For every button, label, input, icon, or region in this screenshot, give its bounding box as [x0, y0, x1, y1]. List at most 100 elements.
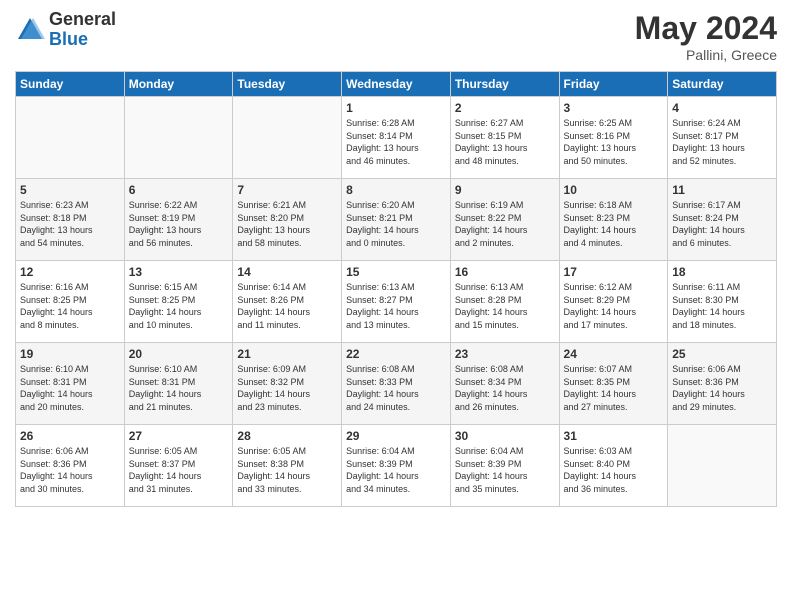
- week-row-5: 26Sunrise: 6:06 AM Sunset: 8:36 PM Dayli…: [16, 425, 777, 507]
- calendar-cell: 20 Sunrise: 6:10 AM Sunset: 8:31 PM Dayli…: [124, 343, 233, 425]
- day-number: 2: [455, 101, 555, 115]
- day-number: 14: [237, 265, 337, 279]
- day-info: Sunrise: 6:05 AM Sunset: 8:37 PM Dayligh…: [129, 445, 229, 495]
- day-number: 24: [564, 347, 664, 361]
- page: General Blue May 2024 Pallini, Greece Su…: [0, 0, 792, 612]
- day-info: Sunrise: 6:03 AM Sunset: 8:40 PM Dayligh…: [564, 445, 664, 495]
- calendar-cell: 22 Sunrise: 6:08 AM Sunset: 8:33 PM Dayli…: [342, 343, 451, 425]
- day-info: Sunrise: 6:12 AM Sunset: 8:29 PM Dayligh…: [564, 281, 664, 331]
- calendar-cell: [124, 97, 233, 179]
- calendar-cell: 19 Sunrise: 6:10 AM Sunset: 8:31 PM Dayli…: [16, 343, 125, 425]
- logo-blue: Blue: [49, 30, 116, 50]
- day-number: 16: [455, 265, 555, 279]
- calendar-cell: [668, 425, 777, 507]
- day-info: Sunrise: 6:06 AM Sunset: 8:36 PM Dayligh…: [672, 363, 772, 413]
- day-info: Sunrise: 6:21 AM Sunset: 8:20 PM Dayligh…: [237, 199, 337, 249]
- calendar-cell: [16, 97, 125, 179]
- calendar-cell: 2 Sunrise: 6:27 AM Sunset: 8:15 PM Daylig…: [450, 97, 559, 179]
- day-number: 11: [672, 183, 772, 197]
- day-info: Sunrise: 6:24 AM Sunset: 8:17 PM Dayligh…: [672, 117, 772, 167]
- calendar-cell: [233, 97, 342, 179]
- day-info: Sunrise: 6:20 AM Sunset: 8:21 PM Dayligh…: [346, 199, 446, 249]
- calendar-cell: 25 Sunrise: 6:06 AM Sunset: 8:36 PM Dayli…: [668, 343, 777, 425]
- weekday-header-sunday: Sunday: [16, 72, 125, 97]
- calendar-cell: 18Sunrise: 6:11 AM Sunset: 8:30 PM Dayli…: [668, 261, 777, 343]
- logo-icon: [15, 15, 45, 45]
- day-number: 29: [346, 429, 446, 443]
- day-number: 30: [455, 429, 555, 443]
- weekday-header-saturday: Saturday: [668, 72, 777, 97]
- day-number: 9: [455, 183, 555, 197]
- day-number: 22: [346, 347, 446, 361]
- day-number: 27: [129, 429, 229, 443]
- calendar-cell: 28 Sunrise: 6:05 AM Sunset: 8:38 PM Dayli…: [233, 425, 342, 507]
- calendar-cell: 3 Sunrise: 6:25 AM Sunset: 8:16 PM Daylig…: [559, 97, 668, 179]
- calendar-cell: 29 Sunrise: 6:04 AM Sunset: 8:39 PM Dayli…: [342, 425, 451, 507]
- day-number: 4: [672, 101, 772, 115]
- day-info: Sunrise: 6:16 AM Sunset: 8:25 PM Dayligh…: [20, 281, 120, 331]
- day-number: 28: [237, 429, 337, 443]
- day-info: Sunrise: 6:10 AM Sunset: 8:31 PM Dayligh…: [20, 363, 120, 413]
- day-info: Sunrise: 6:10 AM Sunset: 8:31 PM Dayligh…: [129, 363, 229, 413]
- day-info: Sunrise: 6:11 AM Sunset: 8:30 PM Dayligh…: [672, 281, 772, 331]
- day-number: 13: [129, 265, 229, 279]
- title-location: Pallini, Greece: [635, 47, 777, 63]
- logo-general: General: [49, 10, 116, 30]
- calendar-table: SundayMondayTuesdayWednesdayThursdayFrid…: [15, 71, 777, 507]
- day-info: Sunrise: 6:04 AM Sunset: 8:39 PM Dayligh…: [455, 445, 555, 495]
- day-info: Sunrise: 6:08 AM Sunset: 8:33 PM Dayligh…: [346, 363, 446, 413]
- day-info: Sunrise: 6:17 AM Sunset: 8:24 PM Dayligh…: [672, 199, 772, 249]
- day-number: 3: [564, 101, 664, 115]
- day-number: 8: [346, 183, 446, 197]
- day-info: Sunrise: 6:13 AM Sunset: 8:28 PM Dayligh…: [455, 281, 555, 331]
- calendar-cell: 16 Sunrise: 6:13 AM Sunset: 8:28 PM Dayli…: [450, 261, 559, 343]
- day-number: 23: [455, 347, 555, 361]
- week-row-2: 5Sunrise: 6:23 AM Sunset: 8:18 PM Daylig…: [16, 179, 777, 261]
- week-row-4: 19 Sunrise: 6:10 AM Sunset: 8:31 PM Dayli…: [16, 343, 777, 425]
- calendar-cell: 1Sunrise: 6:28 AM Sunset: 8:14 PM Daylig…: [342, 97, 451, 179]
- title-block: May 2024 Pallini, Greece: [635, 10, 777, 63]
- day-info: Sunrise: 6:05 AM Sunset: 8:38 PM Dayligh…: [237, 445, 337, 495]
- calendar-cell: 23 Sunrise: 6:08 AM Sunset: 8:34 PM Dayli…: [450, 343, 559, 425]
- day-number: 19: [20, 347, 120, 361]
- weekday-header-tuesday: Tuesday: [233, 72, 342, 97]
- day-number: 7: [237, 183, 337, 197]
- day-info: Sunrise: 6:13 AM Sunset: 8:27 PM Dayligh…: [346, 281, 446, 331]
- day-number: 17: [564, 265, 664, 279]
- day-info: Sunrise: 6:04 AM Sunset: 8:39 PM Dayligh…: [346, 445, 446, 495]
- week-row-1: 1Sunrise: 6:28 AM Sunset: 8:14 PM Daylig…: [16, 97, 777, 179]
- logo-text: General Blue: [49, 10, 116, 50]
- calendar-cell: 24Sunrise: 6:07 AM Sunset: 8:35 PM Dayli…: [559, 343, 668, 425]
- calendar-cell: 13Sunrise: 6:15 AM Sunset: 8:25 PM Dayli…: [124, 261, 233, 343]
- day-number: 10: [564, 183, 664, 197]
- day-info: Sunrise: 6:25 AM Sunset: 8:16 PM Dayligh…: [564, 117, 664, 167]
- header: General Blue May 2024 Pallini, Greece: [15, 10, 777, 63]
- calendar-cell: 26Sunrise: 6:06 AM Sunset: 8:36 PM Dayli…: [16, 425, 125, 507]
- day-number: 12: [20, 265, 120, 279]
- day-info: Sunrise: 6:08 AM Sunset: 8:34 PM Dayligh…: [455, 363, 555, 413]
- calendar-cell: 30 Sunrise: 6:04 AM Sunset: 8:39 PM Dayli…: [450, 425, 559, 507]
- day-number: 6: [129, 183, 229, 197]
- day-number: 15: [346, 265, 446, 279]
- calendar-cell: 27 Sunrise: 6:05 AM Sunset: 8:37 PM Dayli…: [124, 425, 233, 507]
- week-row-3: 12 Sunrise: 6:16 AM Sunset: 8:25 PM Dayli…: [16, 261, 777, 343]
- weekday-header-friday: Friday: [559, 72, 668, 97]
- calendar-cell: 17 Sunrise: 6:12 AM Sunset: 8:29 PM Dayli…: [559, 261, 668, 343]
- day-number: 20: [129, 347, 229, 361]
- day-info: Sunrise: 6:09 AM Sunset: 8:32 PM Dayligh…: [237, 363, 337, 413]
- day-number: 21: [237, 347, 337, 361]
- calendar-cell: 5Sunrise: 6:23 AM Sunset: 8:18 PM Daylig…: [16, 179, 125, 261]
- weekday-header-row: SundayMondayTuesdayWednesdayThursdayFrid…: [16, 72, 777, 97]
- weekday-header-monday: Monday: [124, 72, 233, 97]
- calendar-cell: 7 Sunrise: 6:21 AM Sunset: 8:20 PM Daylig…: [233, 179, 342, 261]
- calendar-cell: 12 Sunrise: 6:16 AM Sunset: 8:25 PM Dayli…: [16, 261, 125, 343]
- day-number: 26: [20, 429, 120, 443]
- day-number: 25: [672, 347, 772, 361]
- day-info: Sunrise: 6:28 AM Sunset: 8:14 PM Dayligh…: [346, 117, 446, 167]
- calendar-cell: 11 Sunrise: 6:17 AM Sunset: 8:24 PM Dayli…: [668, 179, 777, 261]
- calendar-cell: 21 Sunrise: 6:09 AM Sunset: 8:32 PM Dayli…: [233, 343, 342, 425]
- calendar-cell: 31Sunrise: 6:03 AM Sunset: 8:40 PM Dayli…: [559, 425, 668, 507]
- day-info: Sunrise: 6:14 AM Sunset: 8:26 PM Dayligh…: [237, 281, 337, 331]
- calendar-cell: 9Sunrise: 6:19 AM Sunset: 8:22 PM Daylig…: [450, 179, 559, 261]
- day-info: Sunrise: 6:27 AM Sunset: 8:15 PM Dayligh…: [455, 117, 555, 167]
